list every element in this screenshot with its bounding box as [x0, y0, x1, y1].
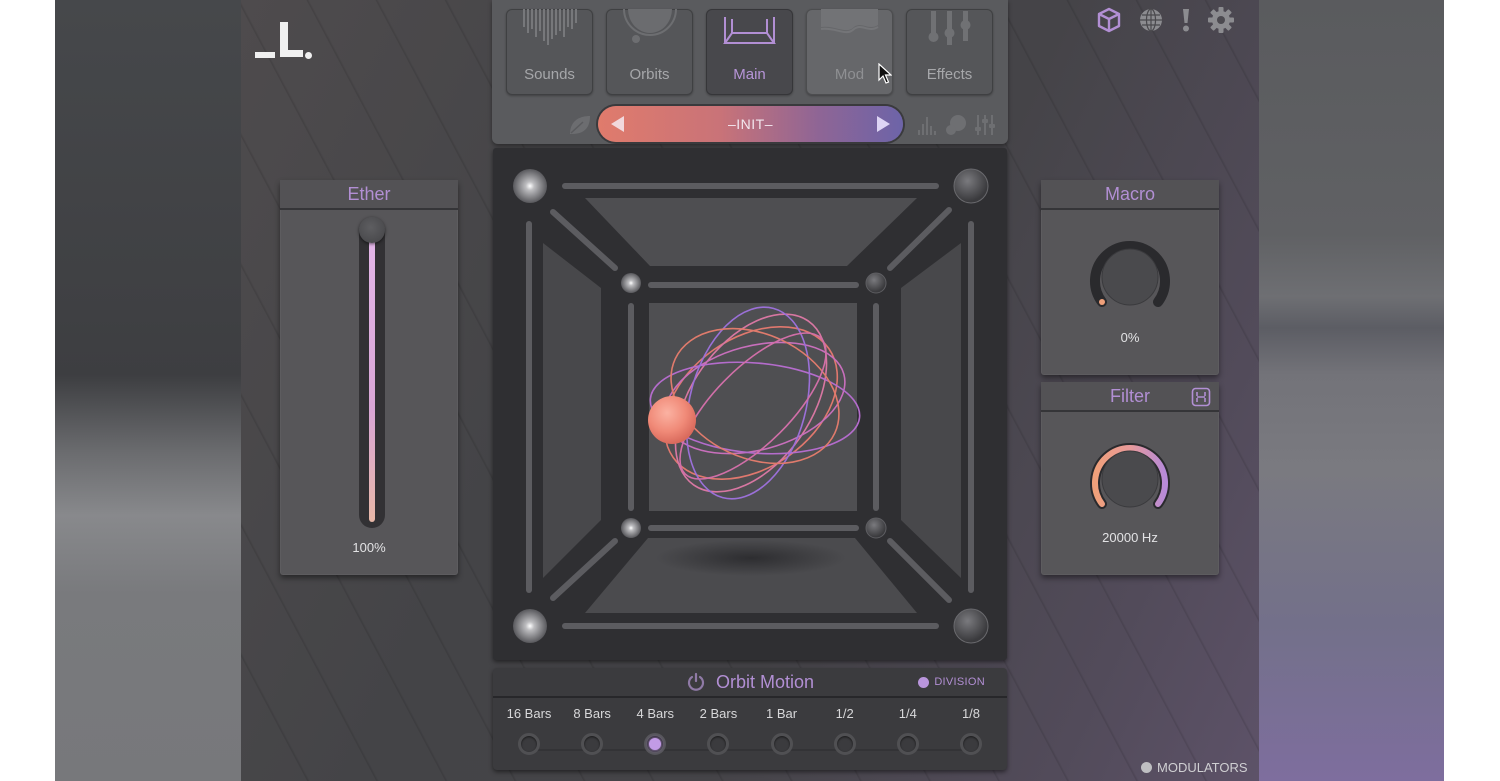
background-right: [1258, 0, 1444, 781]
division-option-label: 1/8: [961, 706, 981, 721]
preset-selector[interactable]: –INIT–: [598, 106, 903, 142]
left-wall: [543, 243, 601, 578]
link-chain-icon[interactable]: [1191, 387, 1211, 407]
top-toolbar: [1095, 6, 1235, 34]
orbit-motion-title: Orbit Motion: [715, 671, 815, 692]
orbit-sphere-icon: [623, 9, 677, 43]
tab-label: Main: [733, 66, 766, 83]
spectrum-icon[interactable]: [916, 114, 938, 136]
filter-knob[interactable]: [1085, 434, 1175, 524]
macro-panel: Macro 0%: [1041, 180, 1219, 375]
mixer-icon[interactable]: [974, 114, 996, 136]
tab-orbits[interactable]: Orbits: [606, 9, 693, 95]
faders-icon: [928, 11, 971, 45]
division-option[interactable]: 2 Bars: [688, 706, 748, 755]
modulators-label: MODULATORS: [1157, 760, 1248, 775]
macro-knob[interactable]: [1085, 232, 1175, 322]
cube-icon[interactable]: [1095, 6, 1123, 34]
ceiling-wall: [585, 198, 917, 266]
modulation-wave-icon: [820, 9, 879, 34]
tab-effects[interactable]: Effects: [906, 9, 993, 95]
division-option-label: 8 Bars: [573, 706, 611, 721]
tab-main[interactable]: Main: [706, 9, 793, 95]
division-option[interactable]: 1/8: [941, 706, 1001, 755]
division-option[interactable]: 4 Bars: [625, 706, 685, 755]
filter-value: 20000 Hz: [1102, 530, 1158, 545]
division-radio[interactable]: [770, 733, 793, 755]
corner-node: [953, 168, 989, 204]
ether-title: Ether: [280, 180, 458, 210]
modulators-toggle[interactable]: MODULATORS: [1141, 760, 1248, 775]
cube-room-icon: [723, 17, 776, 44]
corner-node: [513, 169, 547, 203]
corner-node: [953, 608, 989, 644]
preset-strip: –INIT–: [492, 104, 1008, 144]
division-option[interactable]: 16 Bars: [499, 706, 559, 755]
ether-slider[interactable]: [359, 217, 385, 528]
division-option-label: 1/4: [898, 706, 917, 721]
filter-panel: Filter 20000 Hz: [1041, 382, 1219, 575]
tab-label: Mod: [834, 66, 865, 83]
division-radio[interactable]: [896, 733, 919, 755]
room-visualizer: [513, 168, 989, 644]
macro-knob-indicator: [1099, 299, 1105, 305]
tab-mod[interactable]: Mod: [806, 9, 893, 95]
inner-node: [621, 273, 641, 293]
corner-node: [513, 609, 547, 643]
division-option-label: 2 Bars: [699, 706, 738, 721]
macro-title: Macro: [1041, 180, 1219, 210]
division-option[interactable]: 1/4: [878, 706, 938, 755]
leaf-icon[interactable]: [568, 114, 592, 136]
triangle-right-icon[interactable]: [873, 114, 893, 134]
filter-title: Filter: [1110, 385, 1150, 406]
tab-label: Sounds: [524, 66, 575, 83]
right-wall: [901, 243, 961, 578]
division-radio[interactable]: [707, 733, 730, 755]
division-option-label: 1 Bar: [766, 706, 798, 721]
preset-name: –INIT–: [727, 116, 773, 132]
division-option[interactable]: 1 Bar: [752, 706, 812, 755]
power-icon[interactable]: [686, 672, 706, 692]
division-radio[interactable]: [833, 733, 856, 755]
macro-value: 0%: [1120, 330, 1140, 345]
gear-icon[interactable]: [1207, 6, 1235, 34]
sound-orb: [648, 396, 696, 444]
tab-sounds[interactable]: Sounds: [506, 9, 593, 95]
division-radio[interactable]: [518, 733, 540, 755]
division-radio[interactable]: [960, 733, 982, 755]
background-left: [55, 0, 242, 781]
ether-value: 100%: [352, 540, 386, 555]
plugin-window: Sounds Orbits Main Mod Effects –INIT– Et…: [241, 0, 1259, 781]
division-option-label: 1/2: [835, 706, 854, 721]
tab-label: Orbits: [629, 66, 670, 83]
inner-node: [621, 518, 641, 538]
tab-label: Effects: [926, 66, 973, 83]
brand-logo-icon: [255, 12, 317, 62]
division-toggle[interactable]: DIVISION: [918, 676, 985, 688]
division-label: DIVISION: [934, 676, 985, 688]
inner-node: [865, 517, 887, 539]
division-selector: 16 Bars 8 Bars 4 Bars 2 Bars 1 Bar 1/2 1/4 1/8: [493, 706, 1007, 766]
division-option-label: 16 Bars: [506, 706, 552, 721]
orbit-stage[interactable]: [493, 148, 1007, 660]
orb-shadow: [656, 540, 846, 576]
division-option[interactable]: 8 Bars: [562, 706, 622, 755]
division-radio[interactable]: [581, 733, 604, 755]
ether-slider-thumb[interactable]: [359, 217, 385, 243]
division-option-label: 4 Bars: [636, 706, 675, 721]
division-radio[interactable]: [644, 733, 667, 755]
globe-icon[interactable]: [1137, 6, 1165, 34]
division-indicator: [918, 676, 930, 688]
filter-header: Filter: [1041, 382, 1219, 412]
orbit-motion-panel: Orbit Motion DIVISION 16 Bars 8 Bars 4 Bar…: [493, 668, 1007, 770]
modulators-indicator: [1141, 762, 1152, 773]
division-option[interactable]: 1/2: [815, 706, 875, 755]
ether-panel: Ether 100%: [280, 180, 458, 575]
inner-node: [865, 272, 887, 294]
ether-slider-fill: [369, 239, 375, 522]
alert-icon[interactable]: [1179, 6, 1193, 34]
navigation-panel: Sounds Orbits Main Mod Effects –INIT–: [492, 0, 1008, 144]
waveform-icon: [523, 9, 577, 45]
blob-icon[interactable]: [944, 114, 968, 136]
